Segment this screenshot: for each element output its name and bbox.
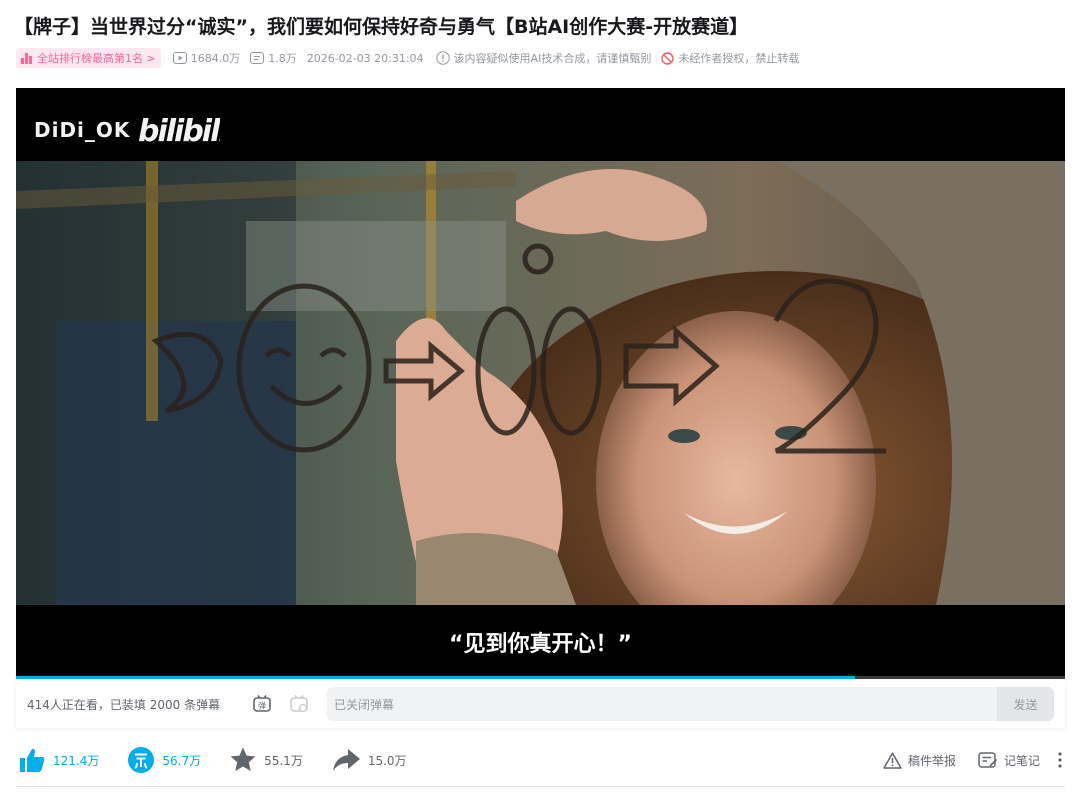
progress-fill	[16, 676, 856, 679]
thumbs-up-icon	[20, 748, 45, 772]
danmaku-input[interactable]: 已关闭弹幕 发送	[327, 687, 1054, 721]
watermark-username: DiDi_OK	[34, 118, 131, 142]
repost-notice: 未经作者授权，禁止转载	[661, 50, 799, 66]
danmaku-icon	[250, 52, 265, 64]
notes-button[interactable]: 记笔记	[978, 751, 1040, 769]
publish-time: 2026-02-03 20:31:04	[306, 51, 424, 65]
svg-text:bilibili: bilibili	[138, 114, 220, 148]
svg-text:弹: 弹	[258, 701, 266, 711]
share-arrow-icon	[332, 749, 360, 771]
favorite-button[interactable]: 55.1万	[229, 746, 303, 774]
like-button[interactable]: 121.4万	[18, 746, 99, 774]
secondary-actions: 稿件举报 记笔记	[861, 744, 1062, 776]
rank-badge-label: 全站排行榜最高第1名 >	[37, 52, 156, 65]
video-player[interactable]: DiDi_OK bilibili “见到你真开心！”	[16, 88, 1065, 679]
star-icon	[230, 747, 256, 771]
danmaku-settings-icon	[290, 695, 308, 713]
action-toolbar: 121.4万 56.7万 55.1万 15.0万	[18, 744, 435, 776]
warning-icon	[883, 751, 902, 769]
danmaku-settings-button[interactable]	[288, 693, 310, 715]
player-watermark: DiDi_OK bilibili	[34, 112, 220, 148]
danmaku-bar: 414人正在看，已装填 2000 条弹幕 弹 已关闭弹幕 发送	[16, 680, 1065, 728]
notes-icon	[978, 751, 998, 768]
danmaku-send-button[interactable]: 发送	[997, 687, 1054, 721]
section-divider	[16, 786, 1065, 787]
danmaku-toggle-button[interactable]: 弹	[251, 693, 273, 715]
video-title: 【牌子】当世界过分“诚实”，我们要如何保持好奇与勇气【B站AI创作大赛-开放赛道…	[14, 16, 749, 38]
info-circle-icon	[435, 51, 450, 65]
forbidden-icon	[661, 51, 675, 65]
video-meta: 全站排行榜最高第1名 > 1684.0万 1.8万 2026-02-03 20:…	[16, 48, 809, 68]
coin-button[interactable]: 56.7万	[127, 746, 201, 774]
share-button[interactable]: 15.0万	[331, 746, 407, 774]
video-subtitle: “见到你真开心！”	[449, 632, 632, 657]
bilibili-logo: bilibili	[138, 114, 220, 148]
coin-icon	[128, 747, 155, 773]
viewer-count: 414人正在看，已装填 2000 条弹幕	[27, 697, 221, 712]
more-button[interactable]	[1058, 752, 1062, 768]
ai-notice: 该内容疑似使用AI技术合成，请谨慎甄别	[435, 50, 651, 66]
play-icon	[172, 52, 187, 64]
video-frame	[16, 161, 1065, 605]
play-count: 1684.0万	[172, 50, 240, 66]
report-button[interactable]: 稿件举报	[883, 751, 956, 769]
more-vertical-icon	[1058, 752, 1062, 768]
danmaku-count: 1.8万	[250, 50, 297, 66]
danmaku-input-placeholder: 已关闭弹幕	[334, 697, 395, 712]
rank-badge[interactable]: 全站排行榜最高第1名 >	[16, 48, 161, 68]
danmaku-toggle-icon: 弹	[253, 695, 271, 712]
rank-chart-icon	[21, 52, 33, 64]
